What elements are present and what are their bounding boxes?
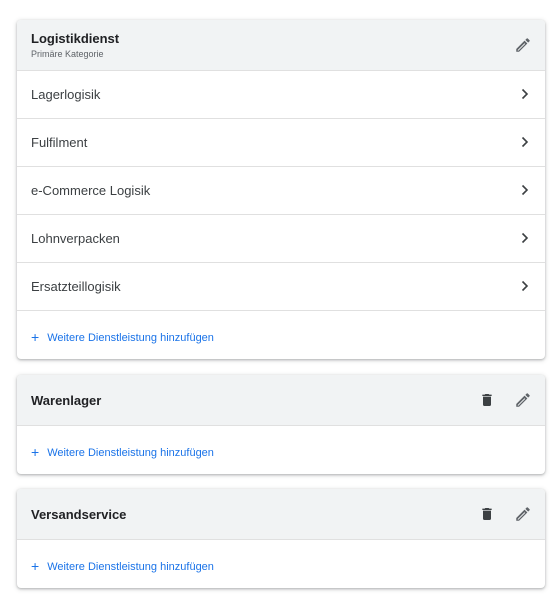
chevron-right-icon <box>521 280 529 292</box>
trash-icon <box>482 394 492 406</box>
add-service-label: Weitere Dienstleistung hinzufügen <box>47 332 214 344</box>
category-card-versandservice: Versandservice + Weitere Dienstleistung h… <box>17 489 545 588</box>
card-title: Logistikdienst <box>31 31 120 46</box>
service-item-label: Lagerlogisik <box>31 87 101 102</box>
card-title: Versandservice <box>31 507 127 522</box>
pencil-icon <box>516 507 530 521</box>
service-item-ecommerce-logisik[interactable]: e-Commerce Logisik <box>17 167 545 215</box>
category-card-warenlager: Warenlager + Weitere Dienstleistung hinzu… <box>17 375 545 474</box>
service-item-label: Lohnverpacken <box>31 231 120 246</box>
edit-button[interactable] <box>511 388 535 412</box>
services-page: Logistikdienst Primäre Kategorie Lagerlo… <box>0 0 558 600</box>
delete-button[interactable] <box>475 502 499 526</box>
card-header: Warenlager <box>17 375 545 426</box>
chevron-right-icon <box>521 136 529 148</box>
add-service-button[interactable]: + Weitere Dienstleistung hinzufügen <box>17 311 545 359</box>
service-item-fulfilment[interactable]: Fulfilment <box>17 119 545 167</box>
service-item-label: Fulfilment <box>31 135 88 150</box>
card-title: Warenlager <box>31 393 102 408</box>
add-service-button[interactable]: + Weitere Dienstleistung hinzufügen <box>17 426 545 474</box>
pencil-icon <box>516 393 530 407</box>
card-header: Versandservice <box>17 489 545 540</box>
plus-icon: + <box>31 558 40 574</box>
edit-button[interactable] <box>511 33 535 57</box>
chevron-right-icon <box>521 232 529 244</box>
add-service-link[interactable]: + Weitere Dienstleistung hinzufügen <box>31 328 214 345</box>
trash-icon <box>482 508 492 520</box>
add-service-label: Weitere Dienstleistung hinzufügen <box>47 561 214 573</box>
add-service-button[interactable]: + Weitere Dienstleistung hinzufügen <box>17 540 545 588</box>
plus-icon: + <box>31 444 40 460</box>
service-item-lagerlogisik[interactable]: Lagerlogisik <box>17 71 545 119</box>
service-item-ersatzteillogisik[interactable]: Ersatzteillogisik <box>17 263 545 311</box>
edit-button[interactable] <box>511 502 535 526</box>
card-subtitle: Primäre Kategorie <box>31 49 104 59</box>
card-header: Logistikdienst Primäre Kategorie <box>17 20 545 71</box>
pencil-icon <box>516 38 530 52</box>
chevron-right-icon <box>521 184 529 196</box>
add-service-label: Weitere Dienstleistung hinzufügen <box>47 447 214 459</box>
service-item-lohnverpacken[interactable]: Lohnverpacken <box>17 215 545 263</box>
plus-icon: + <box>31 329 40 345</box>
service-item-label: Ersatzteillogisik <box>31 279 121 294</box>
chevron-right-icon <box>521 88 529 100</box>
category-card-logistikdienst: Logistikdienst Primäre Kategorie Lagerlo… <box>17 20 545 359</box>
add-service-link[interactable]: + Weitere Dienstleistung hinzufügen <box>31 557 214 574</box>
delete-button[interactable] <box>475 388 499 412</box>
service-item-label: e-Commerce Logisik <box>31 183 151 198</box>
add-service-link[interactable]: + Weitere Dienstleistung hinzufügen <box>31 443 214 460</box>
